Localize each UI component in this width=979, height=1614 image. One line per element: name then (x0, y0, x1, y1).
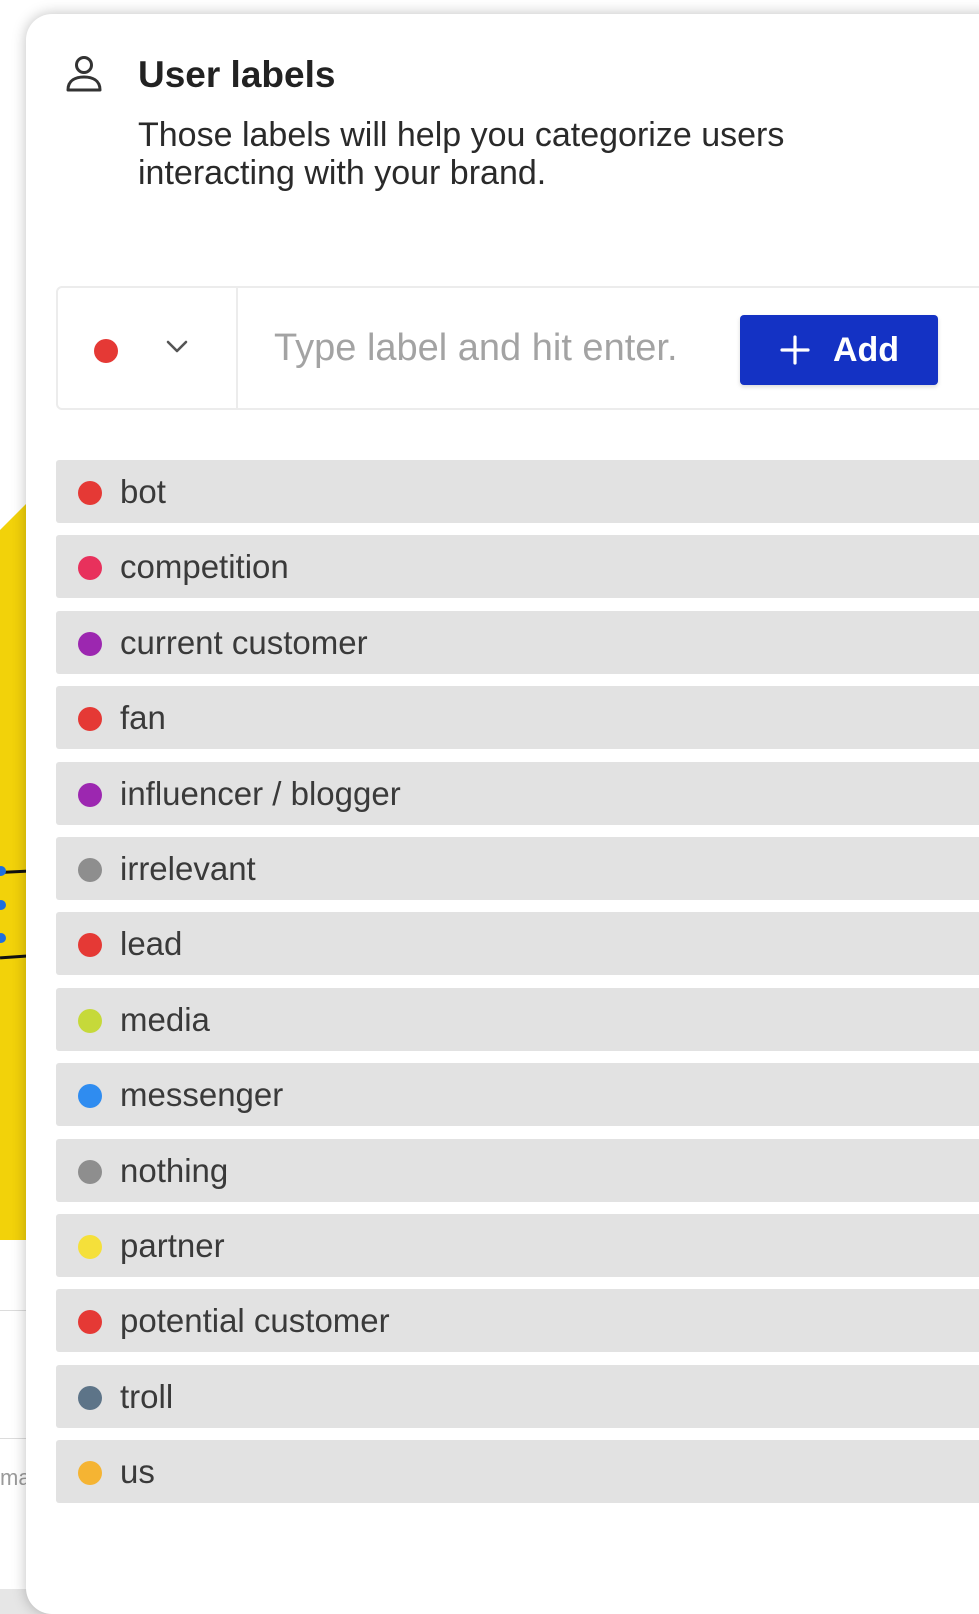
label-item[interactable]: competition (56, 535, 979, 599)
label-item[interactable]: media (56, 987, 979, 1051)
label-list: bot competition current customer fan influen… (56, 460, 979, 1515)
panel-title: User labels (138, 54, 336, 95)
panel-subtitle: Those labels will help you categorize us… (138, 116, 785, 192)
chevron-down-icon (166, 340, 188, 353)
label-item[interactable]: messenger (56, 1063, 979, 1127)
label-name: troll (120, 1377, 174, 1415)
label-color-dot (78, 933, 102, 958)
label-item[interactable]: current customer (56, 610, 979, 674)
label-color-dot (78, 1310, 102, 1335)
label-item[interactable]: fan (56, 686, 979, 750)
label-name: influencer / blogger (120, 774, 401, 812)
new-label-row: Add (56, 286, 979, 410)
label-color-dot (78, 707, 102, 732)
label-color-dot (78, 1461, 102, 1486)
add-label-button[interactable]: Add (740, 315, 938, 385)
label-name: fan (120, 699, 166, 737)
user-outline-icon (66, 56, 102, 92)
selected-color-swatch (94, 339, 118, 363)
label-color-dot (78, 1159, 102, 1184)
label-name: bot (120, 473, 166, 510)
label-name: current customer (120, 623, 368, 661)
label-name: us (120, 1453, 155, 1491)
label-item[interactable]: bot (56, 460, 979, 523)
label-name: media (120, 1000, 210, 1038)
label-name: messenger (120, 1076, 284, 1114)
label-item[interactable]: troll (56, 1364, 979, 1428)
plus-icon (780, 335, 810, 365)
label-color-dot (78, 481, 102, 505)
label-name: lead (120, 925, 183, 963)
label-name: competition (120, 548, 289, 586)
user-labels-panel: User labels Those labels will help you c… (26, 14, 979, 1614)
label-name: potential customer (120, 1302, 390, 1340)
label-color-dot (78, 782, 102, 807)
new-label-input[interactable] (258, 310, 728, 386)
label-color-dot (78, 631, 102, 656)
label-color-dot (78, 1385, 102, 1410)
label-item[interactable]: lead (56, 912, 979, 976)
label-name: irrelevant (120, 849, 256, 887)
label-item[interactable]: us (56, 1440, 979, 1504)
label-color-dot (78, 1234, 102, 1259)
label-color-dot (78, 857, 102, 882)
label-color-dot (78, 556, 102, 581)
label-item[interactable]: potential customer (56, 1289, 979, 1353)
color-picker-dropdown[interactable] (58, 288, 238, 408)
label-item[interactable]: influencer / blogger (56, 761, 979, 825)
add-button-label: Add (832, 330, 900, 369)
label-item[interactable]: partner (56, 1213, 979, 1277)
label-color-dot (78, 1008, 102, 1033)
label-item[interactable]: nothing (56, 1138, 979, 1202)
label-name: partner (120, 1226, 225, 1264)
label-name: nothing (120, 1151, 229, 1189)
label-item[interactable]: irrelevant (56, 836, 979, 900)
label-color-dot (78, 1084, 102, 1109)
